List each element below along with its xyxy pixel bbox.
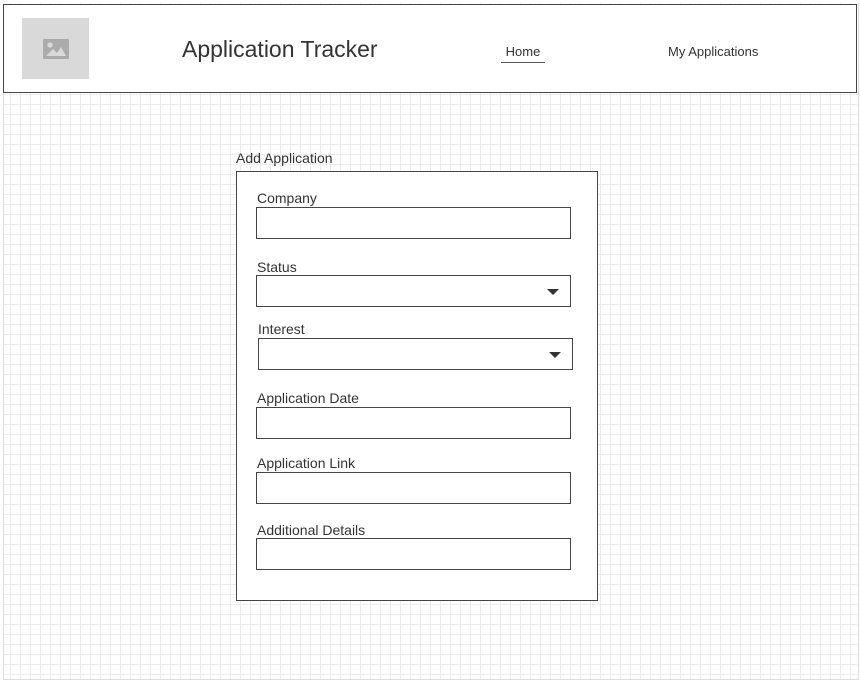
logo-placeholder (22, 18, 89, 79)
application-date-label: Application Date (257, 390, 359, 406)
app-header: Application Tracker Home My Applications (3, 4, 857, 93)
interest-select[interactable] (258, 338, 573, 370)
additional-details-label: Additional Details (257, 522, 366, 538)
company-input[interactable] (256, 207, 571, 239)
status-label: Status (257, 259, 297, 275)
chevron-down-icon (547, 289, 559, 295)
nav-home-link[interactable]: Home (501, 44, 545, 63)
application-link-label: Application Link (257, 455, 356, 471)
nav-my-applications-link[interactable]: My Applications (668, 44, 758, 59)
form-heading: Add Application (236, 150, 333, 166)
status-select[interactable] (256, 275, 571, 307)
additional-details-input[interactable] (256, 538, 571, 570)
company-label: Company (257, 190, 317, 206)
add-application-form: Company Status Interest Application Date… (236, 171, 598, 601)
app-title: Application Tracker (182, 36, 378, 62)
image-placeholder-icon (42, 38, 69, 59)
interest-label: Interest (258, 321, 305, 337)
application-date-input[interactable] (256, 407, 571, 439)
chevron-down-icon (549, 352, 561, 358)
application-link-input[interactable] (256, 472, 571, 504)
